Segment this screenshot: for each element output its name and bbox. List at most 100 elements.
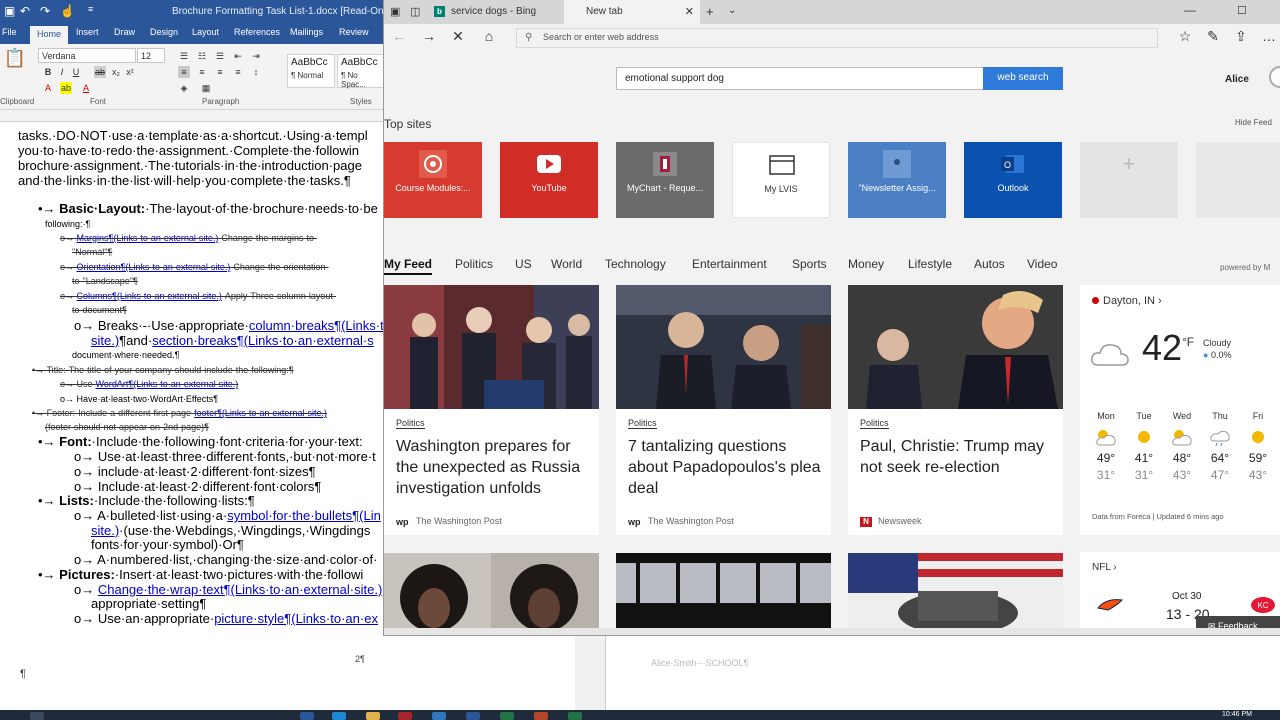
word-icon[interactable]: [466, 712, 480, 720]
more-icon[interactable]: …: [1258, 28, 1280, 44]
wordart-link[interactable]: WordArt¶(Links·to·an·external·site.): [96, 379, 239, 389]
tab-design[interactable]: Design: [150, 27, 178, 37]
forecast-day[interactable]: Wed 48° 43°: [1163, 411, 1201, 482]
tab-layout[interactable]: Layout: [192, 27, 219, 37]
symbol-bullets-link-cont[interactable]: site.): [91, 523, 119, 538]
feed-tab-technology[interactable]: Technology: [605, 257, 666, 271]
hide-feed-link[interactable]: Hide Feed: [1235, 118, 1272, 127]
wrap-text-link[interactable]: Change·the·wrap·text¶(Links·to·an·extern…: [98, 582, 382, 597]
align-right-icon[interactable]: ≡: [214, 66, 226, 78]
customize-qat-icon[interactable]: ≡: [88, 4, 93, 14]
feed-tab-money[interactable]: Money: [848, 257, 884, 271]
temperature-unit[interactable]: °F: [1182, 335, 1194, 349]
add-site-tile[interactable]: +: [1080, 142, 1178, 218]
clock[interactable]: 10:46 PM: [1222, 711, 1252, 718]
save-icon[interactable]: ▣: [4, 4, 15, 18]
column-breaks-link-cont[interactable]: site.): [91, 333, 119, 348]
news-headline[interactable]: Washington prepares for the unexpected a…: [396, 436, 591, 499]
taskbar-app-icon[interactable]: [300, 712, 314, 720]
web-note-icon[interactable]: ✎: [1202, 28, 1224, 45]
web-search-input[interactable]: emotional support dog: [616, 67, 984, 90]
symbol-bullets-link[interactable]: symbol·for·the·bullets¶(Lin: [227, 508, 381, 523]
underline-icon[interactable]: U: [70, 66, 82, 78]
feed-tab-politics[interactable]: Politics: [455, 257, 493, 271]
user-name[interactable]: Alice: [1225, 74, 1249, 85]
empty-site-tile[interactable]: [1196, 142, 1280, 218]
news-card[interactable]: Politics 7 tantalizing questions about P…: [616, 285, 831, 535]
font-name-box[interactable]: Verdana: [38, 48, 136, 63]
edge-icon[interactable]: [432, 712, 446, 720]
tab-bing[interactable]: b service dogs - Bing: [428, 0, 562, 24]
minimize-icon[interactable]: —: [1184, 3, 1196, 17]
feed-tab-world[interactable]: World: [551, 257, 582, 271]
feed-tab-my-feed[interactable]: My Feed: [384, 257, 433, 275]
undo-icon[interactable]: ↶: [20, 4, 30, 18]
style-no-spacing[interactable]: AaBbCc ¶ No Spac...: [337, 54, 385, 89]
nfl-title[interactable]: NFL ›: [1092, 562, 1117, 573]
top-site-tile[interactable]: Course Modules:...: [384, 142, 482, 218]
forecast-day[interactable]: Fri 59° 43°: [1239, 411, 1277, 482]
superscript-icon[interactable]: x²: [124, 66, 136, 78]
forward-icon[interactable]: →: [418, 28, 440, 44]
weather-location[interactable]: Dayton, IN ›: [1092, 295, 1162, 307]
picture-style-link[interactable]: picture·style¶(Links·to·an·ex: [214, 611, 378, 626]
font-color-icon[interactable]: A: [80, 82, 92, 94]
share-icon[interactable]: ⇪: [1230, 28, 1252, 45]
align-center-icon[interactable]: ≡: [196, 66, 208, 78]
orientation-link[interactable]: Orientation¶(Links·to·an·external·site.): [77, 262, 231, 272]
columns-link[interactable]: Columns¶(Links·to·an·external·site.): [77, 291, 222, 301]
increase-indent-icon[interactable]: ⇥: [250, 50, 262, 62]
maximize-icon[interactable]: ☐: [1237, 4, 1247, 17]
taskbar-app-icon[interactable]: [568, 712, 582, 720]
column-breaks-link[interactable]: column·breaks¶(Links·t: [249, 318, 384, 333]
multilevel-list-icon[interactable]: ☰: [214, 50, 226, 62]
margins-link[interactable]: Margins¶(Links·to·an·external·site.): [77, 233, 219, 243]
file-explorer-icon[interactable]: [366, 712, 380, 720]
forecast-day[interactable]: Tue 41° 31°: [1125, 411, 1163, 482]
address-bar[interactable]: ⚲ Search or enter web address: [516, 28, 1158, 48]
search-icon[interactable]: [30, 712, 44, 720]
numbering-icon[interactable]: ☷: [196, 50, 208, 62]
top-site-tile[interactable]: MyChart - Reque...: [616, 142, 714, 218]
redo-icon[interactable]: ↷: [40, 4, 50, 18]
tab-references[interactable]: References: [234, 27, 280, 37]
tab-file[interactable]: File: [2, 27, 17, 37]
touch-mode-icon[interactable]: ☝: [60, 4, 75, 18]
taskbar-app-icon[interactable]: [332, 712, 346, 720]
set-aside-tabs-icon[interactable]: ▣: [390, 5, 400, 18]
news-headline[interactable]: Paul, Christie: Trump may not seek re-el…: [860, 436, 1055, 478]
new-tab-icon[interactable]: +: [706, 4, 714, 19]
forecast-day[interactable]: Thu 64° 47°: [1201, 411, 1239, 482]
show-tabs-aside-icon[interactable]: ◫: [410, 5, 420, 18]
feed-tab-autos[interactable]: Autos: [974, 257, 1005, 271]
style-normal[interactable]: AaBbCc ¶ Normal: [287, 54, 335, 88]
strikethrough-icon[interactable]: ab: [94, 66, 106, 78]
news-card-preview[interactable]: [616, 553, 831, 635]
taskbar-app-icon[interactable]: [398, 712, 412, 720]
borders-icon[interactable]: ▦: [200, 82, 212, 94]
feed-tab-sports[interactable]: Sports: [792, 257, 827, 271]
tab-new-tab[interactable]: New tab ✕: [564, 0, 700, 24]
news-category[interactable]: Politics: [628, 418, 657, 429]
tab-insert[interactable]: Insert: [76, 27, 99, 37]
web-search-button[interactable]: web search: [983, 67, 1063, 90]
top-site-tile[interactable]: O Outlook: [964, 142, 1062, 218]
font-size-box[interactable]: 12: [137, 48, 165, 63]
text-effects-icon[interactable]: A: [42, 82, 54, 94]
section-breaks-link[interactable]: section·breaks¶(Links·to·an·external·s: [152, 333, 374, 348]
back-icon[interactable]: ←: [388, 28, 410, 44]
justify-icon[interactable]: ≡: [232, 66, 244, 78]
tab-review[interactable]: Review: [339, 27, 369, 37]
footer-link[interactable]: footer¶(Links·to·an·external·site.): [194, 408, 327, 418]
feed-tab-lifestyle[interactable]: Lifestyle: [908, 257, 952, 271]
bold-icon[interactable]: B: [42, 66, 54, 78]
top-site-tile[interactable]: YouTube: [500, 142, 598, 218]
feed-tab-us[interactable]: US: [515, 257, 532, 271]
top-site-tile[interactable]: "Newsletter Assig...: [848, 142, 946, 218]
tab-preview-chevron-icon[interactable]: ⌄: [728, 5, 736, 16]
close-tab-icon[interactable]: ✕: [685, 5, 694, 18]
second-document-page[interactable]: Alice·Smith·-·SCHOOL¶: [605, 636, 1280, 710]
news-card-preview[interactable]: [384, 553, 599, 635]
feed-tab-entertainment[interactable]: Entertainment: [692, 257, 767, 271]
weather-card[interactable]: Dayton, IN › 42 °F Cloudy ● 0.0% Mon 49° 3…: [1080, 285, 1280, 535]
